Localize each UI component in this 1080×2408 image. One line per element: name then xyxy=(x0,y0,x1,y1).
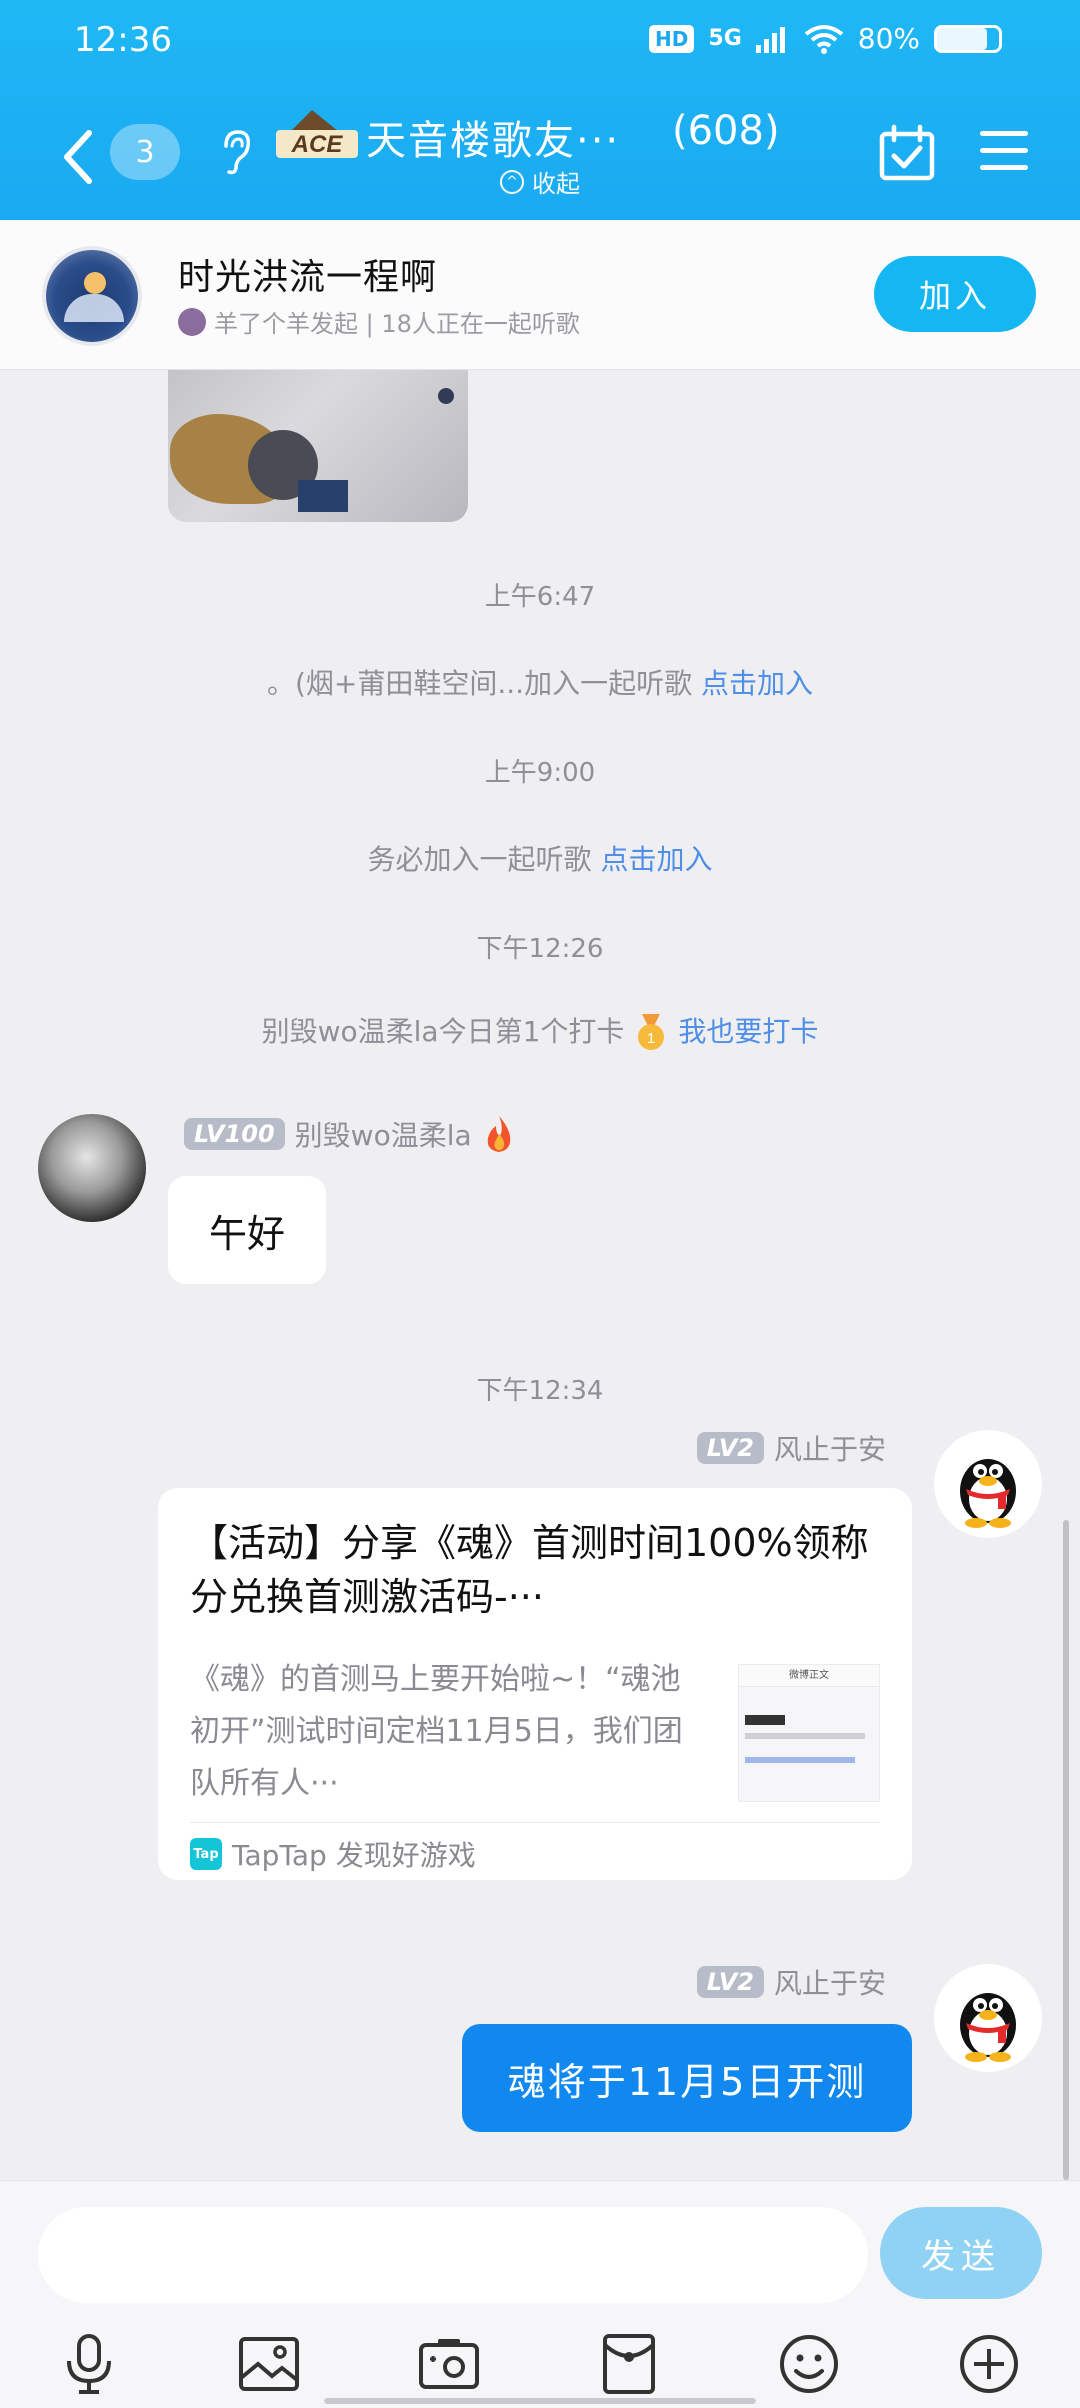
sender-nickname[interactable]: 风止于安 xyxy=(774,1428,886,1468)
top-bar: 12:36 HD 5G 80% 3 ACE 天音楼歌友··· (608) ^ 收… xyxy=(0,0,1080,220)
qq-penguin-icon xyxy=(960,1993,1016,2062)
join-button[interactable]: 加入 xyxy=(874,256,1036,332)
status-time: 12:36 xyxy=(74,20,172,60)
fire-icon xyxy=(487,1116,510,1152)
listen-room-subtitle: 羊了个羊发起 | 18人正在一起听歌 xyxy=(178,304,580,339)
microphone-icon[interactable] xyxy=(58,2333,120,2395)
wifi-icon xyxy=(804,24,843,54)
checkin-text: 别毁wo温柔la今日第1个打卡 xyxy=(261,1015,625,1048)
message-bubble[interactable]: 午好 xyxy=(168,1176,326,1284)
system-message-text: 务必加入一起听歌 xyxy=(367,843,601,876)
timestamp: 下午12:26 xyxy=(476,934,604,964)
calendar-check-icon[interactable] xyxy=(878,124,936,182)
svg-text:1: 1 xyxy=(647,1030,655,1047)
share-card[interactable]: 【活动】分享《魂》首测时间100%领称分兑换首测激活码-··· 《魂》的首测马上… xyxy=(158,1488,912,1880)
message-input[interactable] xyxy=(38,2207,868,2303)
red-packet-icon[interactable] xyxy=(598,2333,660,2395)
level-badge: LV2 xyxy=(696,1432,764,1464)
message-list[interactable]: 上午6:47 。(烟+莆田鞋空间...加入一起听歌 点击加入 上午9:00 务必… xyxy=(0,370,1080,2180)
listen-room-subtitle-text: 羊了个羊发起 | 18人正在一起听歌 xyxy=(214,310,580,338)
checkin-message: 别毁wo温柔la今日第1个打卡 1 我也要打卡 xyxy=(0,1010,1080,1052)
chevron-left-icon xyxy=(64,130,92,184)
level-badge: LV2 xyxy=(696,1966,764,1998)
group-title[interactable]: 天音楼歌友··· xyxy=(366,108,620,166)
my-avatar[interactable] xyxy=(934,1430,1042,1538)
message-bubble[interactable]: 魂将于11月5日开测 xyxy=(462,2024,912,2132)
chat-header: 3 ACE 天音楼歌友··· (608) ^ 收起 xyxy=(0,84,1080,220)
system-message: 。(烟+莆田鞋空间...加入一起听歌 点击加入 xyxy=(0,662,1080,702)
home-indicator[interactable] xyxy=(324,2398,756,2404)
system-message-text: 。(烟+莆田鞋空间...加入一起听歌 xyxy=(266,667,701,700)
sender-nickname[interactable]: 别毁wo温柔la xyxy=(295,1114,472,1154)
sender-avatar[interactable] xyxy=(38,1114,146,1222)
thumbnail-title: 微博正文 xyxy=(789,1670,829,1681)
sender-info: LV2 风止于安 xyxy=(696,1428,886,1468)
chevron-up-icon: ^ xyxy=(500,169,524,194)
system-message: 务必加入一起听歌 点击加入 xyxy=(0,838,1080,878)
group-logo[interactable]: ACE xyxy=(274,104,360,166)
timestamp: 上午9:00 xyxy=(484,758,596,788)
input-area: 发送 xyxy=(0,2180,1080,2408)
status-bar: 12:36 HD 5G 80% xyxy=(0,0,1080,84)
battery-percent: 80% xyxy=(857,22,920,55)
listen-room-avatar xyxy=(42,246,142,346)
timestamp: 下午12:34 xyxy=(476,1376,604,1406)
ear-icon[interactable] xyxy=(214,122,258,182)
unread-count-badge[interactable]: 3 xyxy=(110,124,180,180)
back-button[interactable] xyxy=(48,124,108,190)
scrollbar[interactable] xyxy=(1063,1520,1069,2180)
checkin-link[interactable]: 我也要打卡 xyxy=(678,1015,818,1048)
input-toolbar xyxy=(0,2321,1080,2397)
taptap-icon: Tap xyxy=(190,1838,222,1870)
menu-icon[interactable] xyxy=(978,128,1030,174)
card-divider xyxy=(190,1822,880,1823)
status-indicators: HD 5G 80% xyxy=(649,22,1002,55)
card-source: Tap TapTap 发现好游戏 xyxy=(190,1834,476,1874)
image-icon[interactable] xyxy=(238,2333,300,2395)
listen-room-name: 时光洪流一程啊 xyxy=(178,257,438,298)
battery-icon xyxy=(934,24,1002,53)
emoji-icon[interactable] xyxy=(778,2333,840,2395)
chat-screen: 12:36 HD 5G 80% 3 ACE 天音楼歌友··· (608) ^ 收… xyxy=(0,0,1080,2408)
camera-icon[interactable] xyxy=(418,2333,480,2395)
sender-info: LV2 风止于安 xyxy=(696,1962,886,2002)
sender-nickname[interactable]: 风止于安 xyxy=(774,1962,886,2002)
network-label: 5G xyxy=(708,26,742,51)
signal-icon xyxy=(755,26,785,53)
member-count: (608) xyxy=(672,108,780,154)
listen-together-bar[interactable]: 时光洪流一程啊 羊了个羊发起 | 18人正在一起听歌 加入 xyxy=(0,220,1080,370)
sender-info: LV100 别毁wo温柔la xyxy=(184,1114,516,1154)
add-icon[interactable] xyxy=(958,2333,1020,2395)
qq-penguin-icon xyxy=(960,1459,1016,1528)
medal-icon: 1 xyxy=(638,1014,665,1050)
collapse-label: 收起 xyxy=(532,170,580,198)
card-description: 《魂》的首测马上要开始啦~！“魂池初开”测试时间定档11月5日，我们团队所有人·… xyxy=(190,1662,683,1801)
image-message[interactable] xyxy=(168,370,468,522)
card-thumbnail: 微博正文 xyxy=(738,1664,880,1802)
hd-badge: HD xyxy=(649,24,695,53)
card-title: 【活动】分享《魂》首测时间100%领称分兑换首测激活码-··· xyxy=(190,1521,869,1619)
level-badge: LV100 xyxy=(184,1118,285,1150)
collapse-button[interactable]: ^ 收起 xyxy=(500,164,580,199)
card-source-text: TapTap 发现好游戏 xyxy=(232,1839,476,1872)
host-avatar xyxy=(178,307,206,336)
join-listen-link[interactable]: 点击加入 xyxy=(701,667,813,700)
timestamp: 上午6:47 xyxy=(484,582,596,612)
join-listen-link[interactable]: 点击加入 xyxy=(600,843,712,876)
send-button[interactable]: 发送 xyxy=(880,2207,1042,2299)
my-avatar[interactable] xyxy=(934,1964,1042,2072)
group-logo-text: ACE xyxy=(291,131,344,158)
